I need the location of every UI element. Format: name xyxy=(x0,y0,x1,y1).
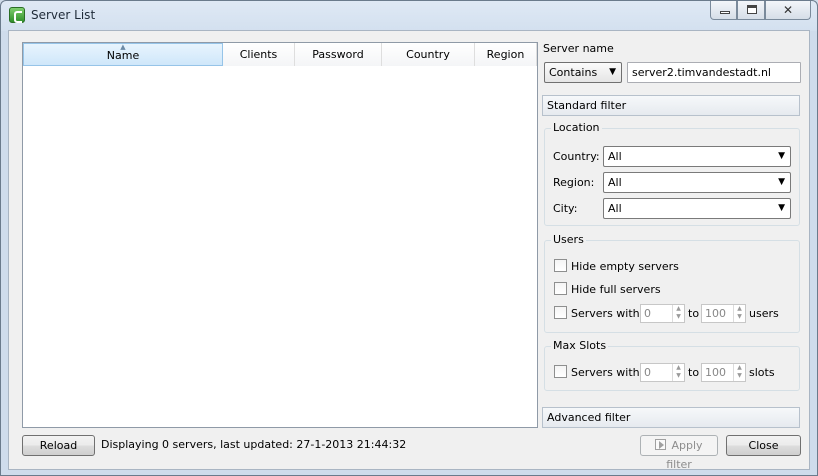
title-bar[interactable]: Server List ✕ xyxy=(1,1,817,29)
city-value: All xyxy=(608,202,622,215)
column-header-label: Password xyxy=(312,48,364,61)
reload-button[interactable]: Reload xyxy=(22,435,95,456)
sort-ascending-icon: ▲ xyxy=(120,43,126,51)
users-suffix: users xyxy=(749,307,779,320)
dropdown-arrow-icon: ▼ xyxy=(778,151,785,161)
app-icon xyxy=(9,7,25,23)
spin-up-icon[interactable]: ▲ xyxy=(737,305,742,312)
spin-buttons[interactable]: ▲ ▼ xyxy=(733,364,745,381)
slots-min-spinbox[interactable]: 0 ▲ ▼ xyxy=(640,363,685,382)
server-list-window: Server List ✕ ▲ Name Clients Password Co… xyxy=(0,0,818,476)
hide-full-label[interactable]: Hide full servers xyxy=(571,283,661,296)
users-min-value: 0 xyxy=(644,307,651,320)
users-range-checkbox[interactable] xyxy=(554,306,567,319)
close-icon: ✕ xyxy=(782,3,794,17)
caption-buttons: ✕ xyxy=(710,1,811,21)
match-mode-select[interactable]: Contains ▼ xyxy=(544,62,622,83)
users-max-value: 100 xyxy=(705,307,726,320)
status-text: Displaying 0 servers, last updated: 27-1… xyxy=(101,438,407,451)
region-select[interactable]: All ▼ xyxy=(603,172,791,193)
window-title: Server List xyxy=(31,8,96,22)
spin-down-icon[interactable]: ▼ xyxy=(737,372,742,379)
users-max-spinbox[interactable]: 100 ▲ ▼ xyxy=(701,304,746,323)
spin-down-icon[interactable]: ▼ xyxy=(676,372,681,379)
server-table[interactable]: ▲ Name Clients Password Country Region xyxy=(22,42,538,428)
advanced-filter-header[interactable]: Advanced filter xyxy=(542,407,800,428)
column-header-label: Clients xyxy=(239,48,278,61)
apply-filter-icon xyxy=(655,439,667,450)
dropdown-arrow-icon: ▼ xyxy=(778,177,785,187)
hide-full-checkbox[interactable] xyxy=(554,282,567,295)
maximize-button[interactable] xyxy=(737,1,765,20)
spin-down-icon[interactable]: ▼ xyxy=(676,313,681,320)
server-name-label: Server name xyxy=(543,42,614,55)
slots-to-label: to xyxy=(688,366,700,379)
dropdown-arrow-icon: ▼ xyxy=(778,203,785,213)
spin-buttons[interactable]: ▲ ▼ xyxy=(672,364,684,381)
dialog-body: ▲ Name Clients Password Country Region S… xyxy=(8,30,810,471)
city-label: City: xyxy=(553,202,578,215)
column-header-name[interactable]: ▲ Name xyxy=(23,43,223,66)
users-range-label[interactable]: Servers with xyxy=(571,307,640,320)
slots-max-value: 100 xyxy=(705,366,726,379)
max-slots-group: Max Slots Servers with 0 ▲ ▼ to 100 ▲ ▼ sl… xyxy=(544,339,800,391)
column-header-country[interactable]: Country xyxy=(382,43,475,66)
region-label: Region: xyxy=(553,176,595,189)
spin-up-icon[interactable]: ▲ xyxy=(737,364,742,371)
column-header-region[interactable]: Region xyxy=(475,43,537,66)
column-header-clients[interactable]: Clients xyxy=(223,43,295,66)
column-header-label: Country xyxy=(406,48,450,61)
city-select[interactable]: All ▼ xyxy=(603,198,791,219)
column-header-password[interactable]: Password xyxy=(295,43,382,66)
users-group: Users Hide empty servers Hide full serve… xyxy=(544,233,800,333)
spin-buttons[interactable]: ▲ ▼ xyxy=(672,305,684,322)
spin-down-icon[interactable]: ▼ xyxy=(737,313,742,320)
max-slots-title: Max Slots xyxy=(551,339,609,352)
slots-range-label[interactable]: Servers with xyxy=(571,366,640,379)
slots-range-checkbox[interactable] xyxy=(554,365,567,378)
dropdown-arrow-icon: ▼ xyxy=(609,67,616,77)
country-label: Country: xyxy=(553,150,600,163)
users-to-label: to xyxy=(688,307,700,320)
hide-empty-checkbox[interactable] xyxy=(554,259,567,272)
minimize-button[interactable] xyxy=(710,1,737,20)
table-header: ▲ Name Clients Password Country Region xyxy=(23,43,537,66)
country-select[interactable]: All ▼ xyxy=(603,146,791,167)
users-min-spinbox[interactable]: 0 ▲ ▼ xyxy=(640,304,685,323)
match-mode-value: Contains xyxy=(549,66,598,79)
close-button[interactable]: Close xyxy=(726,435,801,456)
filter-panel: Server name Contains ▼ server2.timvandes… xyxy=(542,31,808,471)
users-title: Users xyxy=(551,233,586,246)
column-header-label: Region xyxy=(486,48,525,61)
apply-filter-button[interactable]: Apply filter xyxy=(640,435,718,471)
server-name-input[interactable]: server2.timvandestadt.nl xyxy=(627,62,801,83)
minimize-icon xyxy=(720,11,730,14)
spin-up-icon[interactable]: ▲ xyxy=(676,305,681,312)
spin-up-icon[interactable]: ▲ xyxy=(676,364,681,371)
slots-suffix: slots xyxy=(749,366,775,379)
slots-min-value: 0 xyxy=(644,366,651,379)
region-value: All xyxy=(608,176,622,189)
spin-buttons[interactable]: ▲ ▼ xyxy=(733,305,745,322)
hide-empty-label[interactable]: Hide empty servers xyxy=(571,260,679,273)
location-title: Location xyxy=(551,121,602,134)
close-window-button[interactable]: ✕ xyxy=(765,1,811,20)
location-group: Location Country: All ▼ Region: All ▼ Ci… xyxy=(544,121,800,226)
maximize-icon xyxy=(747,5,757,14)
standard-filter-header[interactable]: Standard filter xyxy=(542,95,800,116)
country-value: All xyxy=(608,150,622,163)
slots-max-spinbox[interactable]: 100 ▲ ▼ xyxy=(701,363,746,382)
